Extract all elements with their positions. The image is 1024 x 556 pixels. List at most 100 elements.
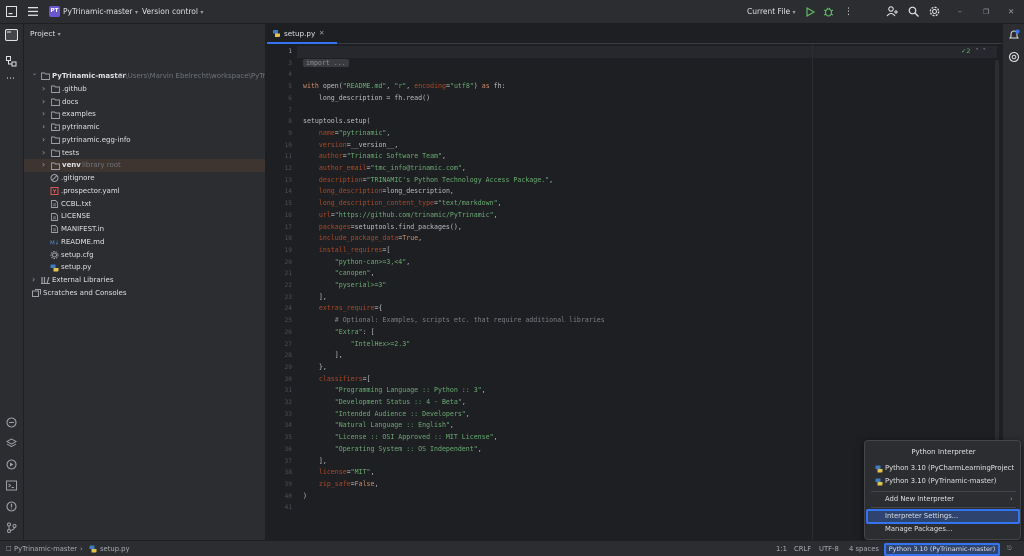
chevron-right-icon[interactable]: › <box>42 159 45 172</box>
code-line[interactable]: }, <box>303 362 327 374</box>
breadcrumb-project[interactable]: PyTrinamic-master <box>14 541 77 556</box>
code-line[interactable]: classifiers=[ <box>303 374 371 386</box>
code-line[interactable]: # Optional: Examples, scripts etc. that … <box>303 315 605 327</box>
tree-item[interactable]: › pytrinamic <box>24 121 265 134</box>
run-config-selector[interactable]: Current File ▾ <box>747 0 796 24</box>
terminal-tool-icon[interactable] <box>6 480 17 491</box>
code-line[interactable]: long_description_content_type="text/mark… <box>303 198 502 210</box>
code-line[interactable]: "python-can>=3,<4", <box>303 257 410 269</box>
code-line[interactable]: with open("README.md", "r", encoding="ut… <box>303 81 506 93</box>
git-tool-icon[interactable] <box>6 522 17 533</box>
interpreter-option[interactable]: Python 3.10 (PyTrinamic-master) <box>869 475 1018 488</box>
gear-icon[interactable] <box>929 6 940 17</box>
notifications-icon[interactable] <box>1008 29 1020 41</box>
tree-item[interactable]: Scratches and Consoles <box>24 287 265 300</box>
tree-item[interactable]: › venv library root <box>24 159 265 173</box>
add-user-icon[interactable] <box>886 6 898 17</box>
chevron-right-icon[interactable]: › <box>42 108 45 121</box>
code-line[interactable]: ], <box>303 456 327 468</box>
code-line[interactable]: import ... <box>303 58 349 70</box>
close-tab-icon[interactable]: ✕ <box>319 29 324 37</box>
chevron-right-icon[interactable]: › <box>32 274 35 287</box>
code-line[interactable]: "pyserial>=3" <box>303 280 387 292</box>
manage-packages-item[interactable]: Manage Packages... <box>869 523 1018 536</box>
code-line[interactable]: "IntelHex>=2.3" <box>303 339 411 351</box>
code-line[interactable]: ) <box>303 491 307 503</box>
tree-item[interactable]: MANIFEST.in <box>24 223 265 236</box>
line-ending[interactable]: CRLF <box>794 541 811 556</box>
code-line[interactable]: "Intended Audience :: Developers", <box>303 409 470 421</box>
chevron-right-icon[interactable]: › <box>42 134 45 147</box>
project-tool-icon[interactable] <box>5 29 18 41</box>
problems-tool-icon[interactable] <box>6 501 17 512</box>
tree-item[interactable]: setup.py <box>24 261 265 274</box>
tree-item[interactable]: › pytrinamic.egg-info <box>24 134 265 147</box>
inspection-widget[interactable]: ✓2 ˄ ˅ <box>961 47 986 55</box>
code-line[interactable]: "Natural Language :: English", <box>303 420 454 432</box>
tree-item[interactable]: › External Libraries <box>24 274 265 287</box>
main-menu-icon[interactable] <box>28 7 38 16</box>
code-line[interactable]: long_description=long_description, <box>303 186 454 198</box>
interpreter-settings-item[interactable]: Interpreter Settings... <box>866 509 1020 524</box>
chevron-right-icon[interactable]: › <box>42 96 45 109</box>
tree-item[interactable]: setup.cfg <box>24 249 265 262</box>
code-line[interactable]: name="pytrinamic", <box>303 128 391 140</box>
tree-item[interactable]: › examples <box>24 108 265 121</box>
caret-position[interactable]: 1:1 <box>776 541 787 556</box>
chevron-right-icon[interactable]: › <box>42 83 45 96</box>
chevron-down-icon[interactable]: ˅ <box>983 47 986 55</box>
code-line[interactable]: "Operating System :: OS Independent", <box>303 444 482 456</box>
code-line[interactable]: "Programming Language :: Python :: 3", <box>303 385 486 397</box>
chevron-up-icon[interactable]: ˄ <box>975 47 978 55</box>
code-line[interactable]: url="https://github.com/trinamic/PyTrina… <box>303 210 498 222</box>
code-line[interactable]: extras_require={ <box>303 303 383 315</box>
code-line[interactable]: install_requires=[ <box>303 245 390 257</box>
tree-item[interactable]: CCBL.txt <box>24 198 265 211</box>
tree-item[interactable]: .gitignore <box>24 172 265 185</box>
more-tools-icon[interactable]: ⋯ <box>6 74 15 84</box>
add-new-interpreter-item[interactable]: Add New Interpreter › <box>869 493 1018 506</box>
debug-icon[interactable] <box>823 6 834 17</box>
app-logo-icon[interactable] <box>6 6 17 17</box>
minimize-icon[interactable]: – <box>958 0 962 24</box>
ai-assistant-icon[interactable] <box>1008 51 1020 63</box>
code-line[interactable]: "Development Status :: 4 - Beta", <box>303 397 466 409</box>
interpreter-option[interactable]: Python 3.10 (PyCharmLearningProject <box>869 462 1018 475</box>
code-line[interactable]: ], <box>303 350 343 362</box>
interpreter-widget[interactable]: Python 3.10 (PyTrinamic-master) <box>884 542 1000 556</box>
indent-setting[interactable]: 4 spaces <box>849 541 879 556</box>
code-line[interactable]: packages=setuptools.find_packages(), <box>303 222 462 234</box>
code-line[interactable]: ], <box>303 292 327 304</box>
close-icon[interactable]: ✕ <box>1008 0 1014 24</box>
tab-setup-py[interactable]: setup.py ✕ <box>267 24 337 44</box>
python-packages-tool-icon[interactable] <box>6 417 17 428</box>
code-line[interactable]: "canopen", <box>303 268 375 280</box>
chevron-down-icon[interactable]: ⌄ <box>32 68 37 81</box>
code-line[interactable]: author="Trinamic Software Team", <box>303 151 446 163</box>
run-icon[interactable] <box>806 7 815 17</box>
code-line[interactable]: include_package_data=True, <box>303 233 422 245</box>
search-icon[interactable] <box>908 6 919 17</box>
restore-icon[interactable]: ❐ <box>983 0 989 24</box>
layers-tool-icon[interactable] <box>6 438 17 449</box>
tree-item[interactable]: › .github <box>24 83 265 96</box>
code-line[interactable]: author_email="tmc_info@trinamic.com", <box>303 163 466 175</box>
tree-item[interactable]: ⌄ PyTrinamic-master C:\Users\Marvin Ebelre… <box>24 68 265 83</box>
chevron-right-icon[interactable]: › <box>42 147 45 160</box>
code-line[interactable]: version=__version__, <box>303 140 398 152</box>
chevron-right-icon[interactable]: › <box>42 121 45 134</box>
code-line[interactable]: "License :: OSI Approved :: MIT License"… <box>303 432 498 444</box>
project-selector[interactable]: PyTrinamic-master ▾ <box>63 0 138 24</box>
tree-item[interactable]: M↓ README.md <box>24 236 265 249</box>
file-encoding[interactable]: UTF-8 <box>819 541 839 556</box>
editor-scrollbar[interactable] <box>995 60 999 500</box>
tree-item[interactable]: .prospector.yaml <box>24 185 265 198</box>
code-line[interactable]: "Extra": [ <box>303 327 375 339</box>
breadcrumb-file[interactable]: setup.py <box>100 541 130 556</box>
structure-tool-icon[interactable] <box>6 56 17 67</box>
project-panel-header[interactable]: Project ▾ <box>30 29 61 38</box>
code-line[interactable]: long_description = fh.read() <box>303 93 430 105</box>
tree-item[interactable]: LICENSE <box>24 210 265 223</box>
code-line[interactable]: zip_safe=False, <box>303 479 379 491</box>
code-line[interactable]: setuptools.setup( <box>303 116 371 128</box>
